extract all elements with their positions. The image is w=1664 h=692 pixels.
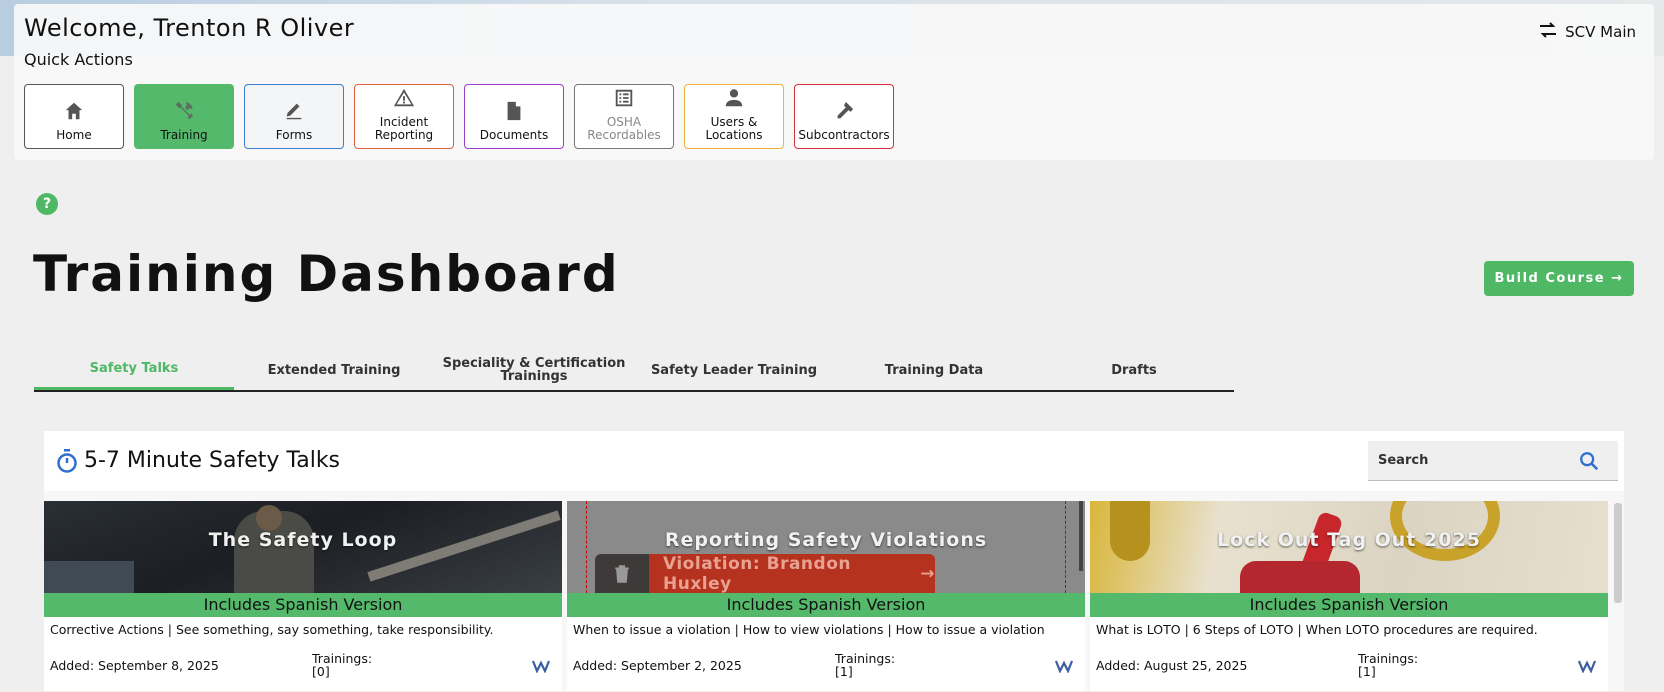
- card-trainings: Trainings: [0]: [312, 652, 372, 678]
- build-course-button[interactable]: Build Course →: [1484, 261, 1634, 296]
- quick-action-osha-recordables[interactable]: OSHA Recordables: [574, 84, 674, 149]
- tab-training-data[interactable]: Training Data: [834, 350, 1034, 390]
- card-title: Lock Out Tag Out 2025: [1217, 529, 1481, 551]
- quick-action-training[interactable]: Training: [134, 84, 234, 149]
- trainings-count: [1]: [1358, 664, 1376, 679]
- card-description: What is LOTO | 6 Steps of LOTO | When LO…: [1096, 622, 1538, 637]
- quick-action-subcontractors[interactable]: Subcontractors: [794, 84, 894, 149]
- card-added-date: Added: September 2, 2025: [573, 658, 742, 673]
- card-added-date: Added: September 8, 2025: [50, 658, 219, 673]
- card-trainings: Trainings: [1]: [835, 652, 895, 678]
- pen-icon: [283, 100, 305, 125]
- wrench-icon: [833, 100, 855, 125]
- help-icon[interactable]: ?: [36, 193, 58, 215]
- trainings-count: [1]: [835, 664, 853, 679]
- safety-talks-panel: 5-7 Minute Safety Talks The Safety Loop …: [44, 431, 1624, 691]
- spanish-version-badge: Includes Spanish Version: [567, 593, 1085, 617]
- card-description: When to issue a violation | How to view …: [573, 622, 1045, 637]
- card-list-scrollbar[interactable]: [1614, 503, 1622, 603]
- panel-title: 5-7 Minute Safety Talks: [84, 448, 341, 473]
- quick-action-label: Subcontractors: [798, 128, 890, 142]
- tab-speciality-certification[interactable]: Speciality & Certification Trainings: [434, 350, 634, 390]
- trainings-count: [0]: [312, 664, 330, 679]
- trash-icon: [595, 554, 649, 593]
- user-icon: [723, 87, 745, 112]
- quick-action-incident-reporting[interactable]: Incident Reporting: [354, 84, 454, 149]
- w-logo-icon: [1578, 660, 1597, 673]
- tab-extended-training[interactable]: Extended Training: [234, 350, 434, 390]
- welcome-heading: Welcome, Trenton R Oliver: [24, 14, 355, 42]
- quick-action-label: Forms: [275, 128, 313, 142]
- stopwatch-icon: [57, 449, 77, 473]
- home-icon: [63, 100, 85, 125]
- card-title: Reporting Safety Violations: [664, 529, 988, 551]
- training-card[interactable]: Violation: Brandon Huxley → Reporting Saf…: [567, 501, 1085, 691]
- list-icon: [613, 87, 635, 112]
- spanish-version-badge: Includes Spanish Version: [1090, 593, 1608, 617]
- arrow-right-icon: →: [920, 564, 935, 584]
- training-card[interactable]: The Safety Loop Includes Spanish Version…: [44, 501, 562, 691]
- training-tabs: Safety Talks Extended Training Specialit…: [34, 350, 1234, 392]
- quick-action-label: Documents: [479, 128, 549, 142]
- document-icon: [503, 100, 525, 125]
- location-name: SCV Main: [1565, 23, 1636, 41]
- search-input[interactable]: [1368, 453, 1578, 468]
- quick-actions-label: Quick Actions: [24, 50, 133, 69]
- tab-safety-leader-training[interactable]: Safety Leader Training: [634, 350, 834, 390]
- w-logo-icon: [1055, 660, 1074, 673]
- card-trainings: Trainings: [1]: [1358, 652, 1418, 678]
- card-added-date: Added: August 25, 2025: [1096, 658, 1248, 673]
- quick-action-home[interactable]: Home: [24, 84, 124, 149]
- violation-text: Violation: Brandon Huxley: [663, 554, 851, 593]
- training-card[interactable]: Lock Out Tag Out 2025 Includes Spanish V…: [1090, 501, 1608, 691]
- search-icon[interactable]: [1578, 450, 1600, 472]
- location-switch[interactable]: SCV Main: [1539, 22, 1636, 42]
- card-list: The Safety Loop Includes Spanish Version…: [44, 501, 1608, 691]
- quick-action-label: OSHA Recordables: [587, 115, 661, 142]
- card-title: The Safety Loop: [208, 529, 398, 551]
- panel-header: 5-7 Minute Safety Talks: [44, 431, 1624, 491]
- warning-icon: [393, 87, 415, 112]
- spanish-version-badge: Includes Spanish Version: [44, 593, 562, 617]
- w-logo-icon: [532, 660, 551, 673]
- quick-action-forms[interactable]: Forms: [244, 84, 344, 149]
- quick-action-label: Home: [56, 128, 92, 142]
- quick-action-label: Training: [160, 128, 208, 142]
- quick-action-documents[interactable]: Documents: [464, 84, 564, 149]
- card-description: Corrective Actions | See something, say …: [50, 622, 494, 637]
- tab-drafts[interactable]: Drafts: [1034, 350, 1234, 390]
- search-box: [1368, 441, 1618, 481]
- tab-safety-talks[interactable]: Safety Talks: [34, 350, 234, 390]
- quick-actions-bar: Home Training Forms Incident Reporting D…: [24, 84, 894, 149]
- page-title: Training Dashboard: [33, 245, 620, 303]
- violation-banner: Violation: Brandon Huxley →: [649, 554, 935, 593]
- tools-icon: [173, 100, 195, 125]
- quick-action-label: Incident Reporting: [374, 115, 434, 142]
- quick-action-users-locations[interactable]: Users & Locations: [684, 84, 784, 149]
- quick-action-label: Users & Locations: [705, 115, 763, 142]
- swap-arrows-icon: [1539, 22, 1557, 42]
